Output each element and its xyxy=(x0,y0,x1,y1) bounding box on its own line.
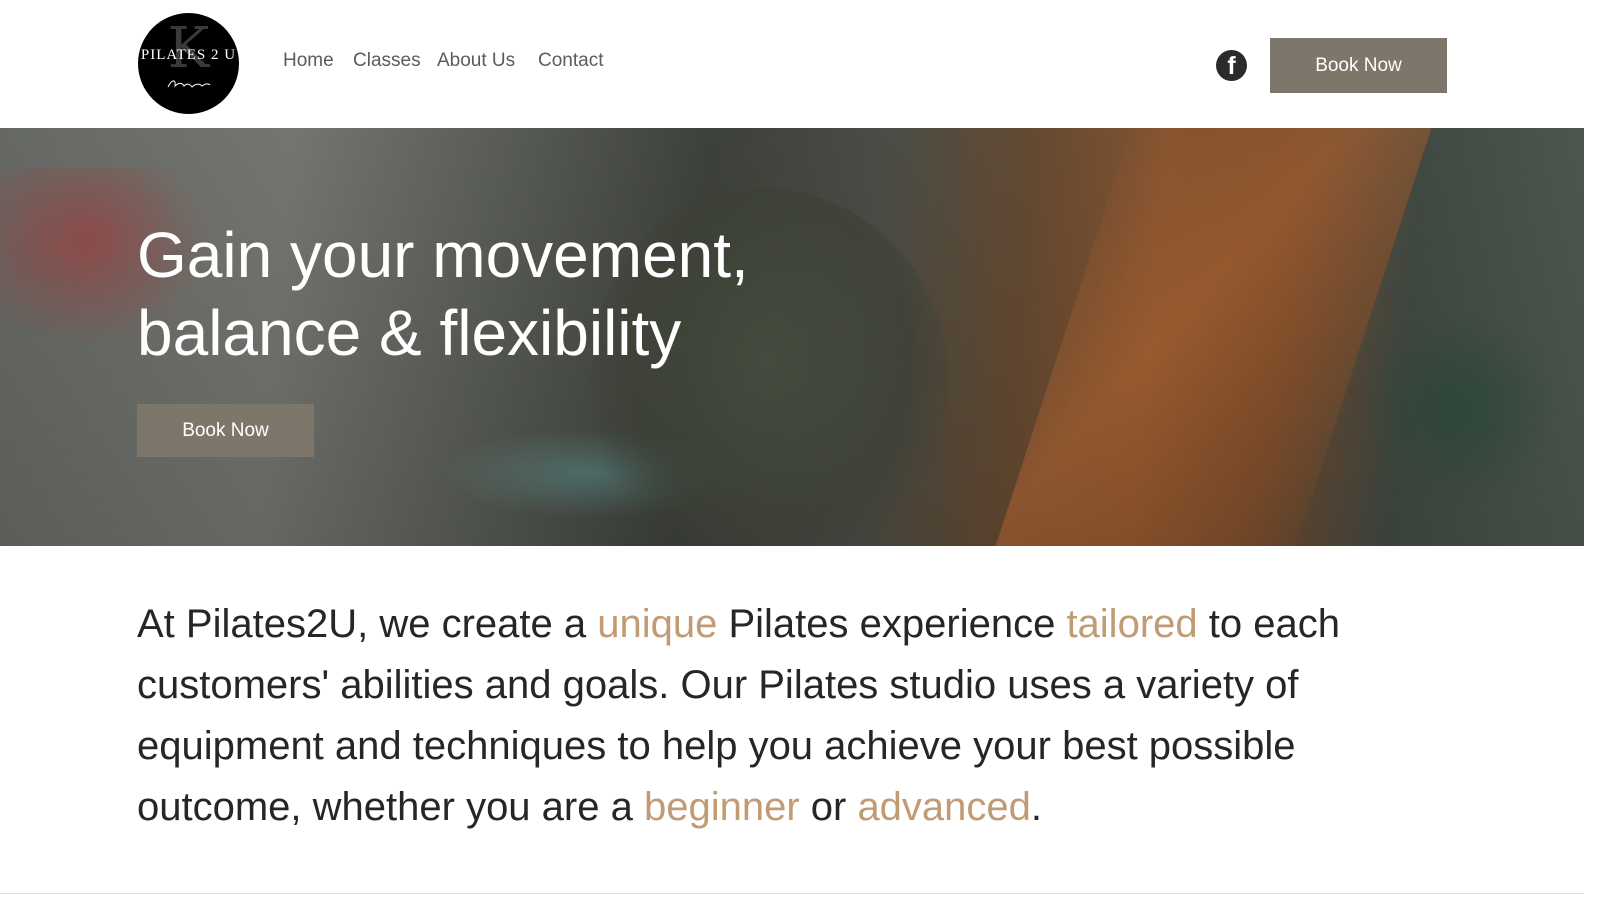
intro-text-2: Pilates experience xyxy=(717,602,1067,646)
section-divider xyxy=(0,893,1584,894)
hero-title-line-1: Gain your movement, xyxy=(137,219,749,291)
facebook-icon[interactable]: f xyxy=(1216,50,1247,81)
logo-signature xyxy=(167,80,211,88)
logo-wordmark: PILATES 2 U xyxy=(140,47,237,63)
intro-highlight-unique: unique xyxy=(597,602,718,646)
intro-paragraph: At Pilates2U, we create a unique Pilates… xyxy=(137,594,1457,838)
site-header: K PILATES 2 U Home Classes About Us Cont… xyxy=(0,0,1584,128)
hero-title: Gain your movement, balance & flexibilit… xyxy=(137,216,957,372)
nav-home[interactable]: Home xyxy=(283,50,334,72)
hero-book-now-button[interactable]: Book Now xyxy=(137,404,314,457)
hero-banner: Gain your movement, balance & flexibilit… xyxy=(0,128,1584,546)
intro-highlight-advanced: advanced xyxy=(857,785,1031,829)
intro-text-1: At Pilates2U, we create a xyxy=(137,602,598,646)
intro-text-4: or xyxy=(799,785,858,829)
intro-highlight-tailored: tailored xyxy=(1066,602,1198,646)
nav-classes[interactable]: Classes xyxy=(353,50,421,72)
hero-title-line-2: balance & flexibility xyxy=(137,297,682,369)
hero-photo-plant xyxy=(1360,308,1560,508)
nav-about-us[interactable]: About Us xyxy=(437,50,515,72)
intro-text-5: . xyxy=(1030,785,1043,829)
site-logo[interactable]: K PILATES 2 U xyxy=(138,13,239,114)
intro-highlight-beginner: beginner xyxy=(643,785,800,829)
nav-contact[interactable]: Contact xyxy=(538,50,603,72)
header-book-now-button[interactable]: Book Now xyxy=(1270,38,1447,93)
